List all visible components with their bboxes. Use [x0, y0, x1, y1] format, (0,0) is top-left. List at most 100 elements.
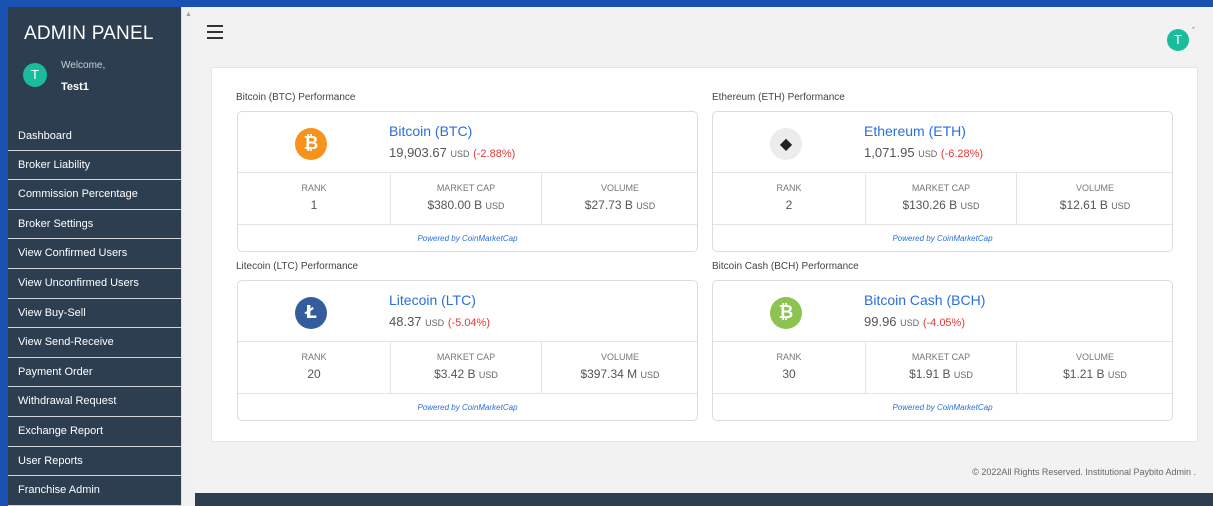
price-value: 19,903.67	[389, 145, 447, 160]
coin-name-link[interactable]: Litecoin (LTC)	[389, 292, 476, 308]
stat-label: MARKET CAP	[436, 352, 496, 362]
sidebar-item-withdrawal-request[interactable]: Withdrawal Request	[8, 387, 181, 417]
coin-name-link[interactable]: Ethereum (ETH)	[864, 123, 966, 139]
stat-value: $12.61 B USD	[1017, 198, 1173, 212]
sidebar-item-view-unconfirmed-users[interactable]: View Unconfirmed Users	[8, 269, 181, 299]
card-header: ₿ Bitcoin Cash (BCH) 99.96 USD (-4.05%)	[713, 281, 1172, 342]
stat-value: $130.26 B USD	[866, 198, 1016, 212]
stat-value: $397.34 M USD	[542, 367, 698, 381]
price-value: 1,071.95	[864, 145, 915, 160]
bitcoin-icon: ₿	[295, 128, 327, 160]
price-change: (-4.05%)	[922, 317, 965, 329]
bottom-bar	[195, 493, 1213, 506]
price-change: (-5.04%)	[447, 317, 490, 329]
stat-value: $1.91 B USD	[866, 367, 1016, 381]
avatar[interactable]: T	[23, 63, 47, 87]
powered-by-link[interactable]: Powered by CoinMarketCap	[238, 226, 697, 252]
sidebar-item-broker-settings[interactable]: Broker Settings	[8, 210, 181, 240]
top-bar: T ˇ	[195, 7, 1213, 60]
coin-price: 48.37 USD (-5.04%)	[389, 314, 490, 329]
stat-rank: RANK 30	[713, 342, 865, 394]
stat-market-cap: MARKET CAP $380.00 B USD	[390, 173, 541, 225]
sidebar-item-view-buy-sell[interactable]: View Buy-Sell	[8, 299, 181, 329]
sidebar-item-franchise-admin[interactable]: Franchise Admin	[8, 476, 181, 506]
cap-unit: USD	[485, 201, 505, 211]
sidebar-item-broker-liability[interactable]: Broker Liability	[8, 151, 181, 181]
price-unit: USD	[450, 149, 470, 159]
ethereum-icon: ◆	[770, 128, 802, 160]
price-unit: USD	[425, 318, 445, 328]
price-unit: USD	[900, 318, 920, 328]
stat-label: RANK	[776, 352, 802, 362]
chevron-down-icon[interactable]: ˇ	[1192, 26, 1195, 36]
section-title-eth: Ethereum (ETH) Performance	[712, 92, 845, 103]
price-value: 48.37	[389, 314, 422, 329]
sidebar-scrollbar[interactable]: ▲	[181, 7, 195, 506]
sidebar-nav: Dashboard Broker Liability Commission Pe…	[8, 121, 181, 506]
stat-value: 30	[782, 367, 796, 381]
coin-stats: RANK 2 MARKET CAP $130.26 B USD VOLUME $…	[713, 173, 1172, 225]
stat-value: $3.42 B USD	[391, 367, 541, 381]
sidebar-item-payment-order[interactable]: Payment Order	[8, 358, 181, 388]
cap-value: $380.00 B	[427, 198, 483, 212]
vol-unit: USD	[636, 201, 656, 211]
stat-value: $1.21 B USD	[1017, 367, 1173, 381]
price-change: (-2.88%)	[473, 148, 516, 160]
stat-label: VOLUME	[600, 183, 639, 193]
sidebar-item-view-confirmed-users[interactable]: View Confirmed Users	[8, 239, 181, 269]
section-title-bch: Bitcoin Cash (BCH) Performance	[712, 261, 859, 272]
cap-value: $1.91 B	[909, 367, 951, 381]
user-block: T Welcome, Test1	[8, 59, 181, 121]
coin-name-link[interactable]: Bitcoin (BTC)	[389, 123, 472, 139]
stat-rank: RANK 1	[238, 173, 390, 225]
scroll-up-icon[interactable]: ▲	[185, 11, 192, 18]
vol-unit: USD	[1111, 201, 1131, 211]
sidebar: ADMIN PANEL T Welcome, Test1 Dashboard B…	[8, 7, 181, 506]
vol-value: $12.61 B	[1059, 198, 1108, 212]
stat-label: RANK	[301, 352, 327, 362]
cap-unit: USD	[953, 370, 973, 380]
cap-unit: USD	[478, 370, 498, 380]
card-header: ◆ Ethereum (ETH) 1,071.95 USD (-6.28%)	[713, 112, 1172, 173]
sidebar-item-commission-percentage[interactable]: Commission Percentage	[8, 180, 181, 210]
section-title-ltc: Litecoin (LTC) Performance	[236, 261, 359, 272]
stat-label: MARKET CAP	[911, 183, 971, 193]
performance-panel: Bitcoin (BTC) Performance ₿ Bitcoin (BTC…	[211, 67, 1198, 442]
stat-label: MARKET CAP	[911, 352, 971, 362]
price-value: 99.96	[864, 314, 897, 329]
sidebar-item-view-send-receive[interactable]: View Send-Receive	[8, 328, 181, 358]
stat-market-cap: MARKET CAP $3.42 B USD	[390, 342, 541, 394]
stat-volume: VOLUME $27.73 B USD	[541, 173, 698, 225]
price-unit: USD	[918, 149, 938, 159]
stat-label: VOLUME	[600, 352, 639, 362]
powered-by-link[interactable]: Powered by CoinMarketCap	[713, 226, 1172, 252]
vol-value: $27.73 B	[584, 198, 633, 212]
stat-value: 20	[307, 367, 321, 381]
user-avatar-button[interactable]: T	[1167, 29, 1189, 51]
coin-price: 19,903.67 USD (-2.88%)	[389, 145, 515, 160]
coin-card-eth: ◆ Ethereum (ETH) 1,071.95 USD (-6.28%) R…	[712, 111, 1173, 252]
powered-by-link[interactable]: Powered by CoinMarketCap	[713, 395, 1172, 421]
sidebar-item-dashboard[interactable]: Dashboard	[8, 121, 181, 151]
brand-title: ADMIN PANEL	[24, 23, 154, 44]
vol-unit: USD	[1107, 370, 1127, 380]
coin-stats: RANK 20 MARKET CAP $3.42 B USD VOLUME $3…	[238, 342, 697, 394]
powered-by-link[interactable]: Powered by CoinMarketCap	[238, 395, 697, 421]
sidebar-item-user-reports[interactable]: User Reports	[8, 447, 181, 477]
cap-value: $3.42 B	[434, 367, 476, 381]
coin-stats: RANK 30 MARKET CAP $1.91 B USD VOLUME $1…	[713, 342, 1172, 394]
hamburger-menu-icon[interactable]	[207, 25, 223, 39]
app-window: ADMIN PANEL T Welcome, Test1 Dashboard B…	[0, 0, 1213, 506]
window-left-border	[0, 0, 8, 506]
litecoin-icon: Ł	[295, 297, 327, 329]
welcome-text: Welcome,	[61, 60, 106, 71]
username: Test1	[61, 81, 89, 93]
coin-name-link[interactable]: Bitcoin Cash (BCH)	[864, 292, 985, 308]
stat-volume: VOLUME $12.61 B USD	[1016, 173, 1173, 225]
coin-card-bch: ₿ Bitcoin Cash (BCH) 99.96 USD (-4.05%) …	[712, 280, 1173, 421]
sidebar-item-exchange-report[interactable]: Exchange Report	[8, 417, 181, 447]
coin-card-ltc: Ł Litecoin (LTC) 48.37 USD (-5.04%) RANK…	[237, 280, 698, 421]
stat-label: VOLUME	[1075, 183, 1114, 193]
card-header: Ł Litecoin (LTC) 48.37 USD (-5.04%)	[238, 281, 697, 342]
coin-price: 1,071.95 USD (-6.28%)	[864, 145, 983, 160]
